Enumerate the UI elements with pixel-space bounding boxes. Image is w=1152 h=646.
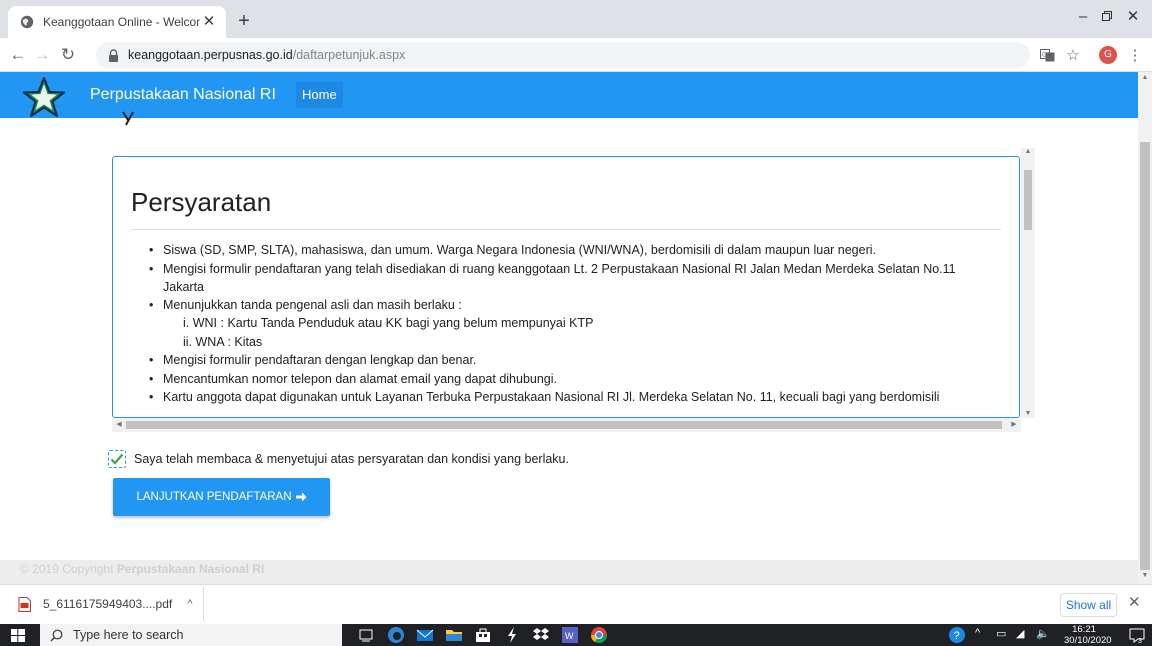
lock-icon <box>109 48 118 62</box>
page-vertical-scrollbar[interactable]: ▲ ▼ <box>1138 72 1152 584</box>
scroll-up-arrow-icon[interactable]: ▲ <box>1138 74 1152 81</box>
footer-copyright: © 2019 Copyright Perpustakaan Nasional R… <box>20 562 265 576</box>
scroll-down-arrow-icon[interactable]: ▼ <box>1021 410 1035 417</box>
footer: © 2019 Copyright Perpustakaan Nasional R… <box>0 560 1138 584</box>
menu-dots-icon[interactable]: ⋮ <box>1124 44 1146 66</box>
windows-start-icon[interactable] <box>11 629 25 642</box>
url-domain: keanggotaan.perpusnas.go.id <box>128 48 293 62</box>
search-icon <box>50 629 63 641</box>
tab-title: Keanggotaan Online - Welcome <box>43 15 200 29</box>
continue-registration-button[interactable]: LANJUTKAN PENDAFTARAN <box>113 478 330 516</box>
address-bar[interactable]: keanggotaan.perpusnas.go.id/daftarpetunj… <box>96 42 1030 68</box>
clipped-heading-fragment <box>122 111 134 126</box>
download-item[interactable]: 5_6116175949403....pdf ^ <box>8 587 204 621</box>
page-viewport: Perpustakaan Nasional RI Home Persyarata… <box>0 72 1152 584</box>
pdf-file-icon <box>18 596 31 612</box>
show-all-downloads-button[interactable]: Show all <box>1060 593 1117 617</box>
download-file-name: 5_6116175949403....pdf <box>43 597 173 611</box>
edge-browser-icon[interactable] <box>387 626 405 644</box>
svg-text:W: W <box>565 631 574 641</box>
task-view-icon[interactable] <box>357 626 375 644</box>
translate-icon[interactable]: G <box>1036 44 1058 66</box>
divider <box>131 229 1001 230</box>
list-item: Mencantumkan nomor telepon dan alamat em… <box>149 370 993 388</box>
taskbar-search-box[interactable]: Type here to search <box>40 624 342 646</box>
scrollbar-thumb[interactable] <box>1024 170 1032 230</box>
svg-text:?: ? <box>954 630 960 642</box>
continue-button-label: LANJUTKAN PENDAFTARAN <box>136 491 292 503</box>
bookmark-star-icon[interactable]: ☆ <box>1062 44 1084 66</box>
back-arrow-icon[interactable]: ← <box>6 42 30 68</box>
reload-icon[interactable]: ↻ <box>56 42 80 68</box>
terms-list: Siswa (SD, SMP, SLTA), mahasiswa, dan um… <box>149 241 993 407</box>
store-icon[interactable] <box>474 626 492 644</box>
clock-date: 30/10/2020 <box>1064 635 1112 646</box>
list-item: Mengisi formulir pendaftaran dengan leng… <box>149 351 993 369</box>
notifications-icon[interactable]: 3 <box>1128 626 1146 644</box>
url-path: /daftarpetunjuk.aspx <box>292 48 406 62</box>
svg-text:3: 3 <box>1138 638 1142 644</box>
window-close-icon[interactable]: ✕ <box>1110 0 1152 32</box>
chrome-icon[interactable] <box>590 626 608 644</box>
tab-close-icon[interactable]: ✕ <box>200 13 218 31</box>
scroll-left-arrow-icon[interactable]: ◀ <box>112 420 126 428</box>
globe-icon <box>20 15 34 29</box>
scroll-up-arrow-icon[interactable]: ▲ <box>1021 148 1035 155</box>
scrollbar-thumb[interactable] <box>126 421 1002 429</box>
terms-title: Persyaratan <box>131 187 272 217</box>
network-icon[interactable]: ◢ <box>1016 627 1024 640</box>
battery-icon[interactable]: ▭ <box>996 627 1006 640</box>
list-item: Siswa (SD, SMP, SLTA), mahasiswa, dan um… <box>149 241 993 259</box>
site-brand[interactable]: Perpustakaan Nasional RI <box>90 86 276 104</box>
sub-list-item: ii. WNA : Kitas <box>183 334 263 349</box>
chevron-up-icon[interactable]: ^ <box>177 598 203 610</box>
profile-avatar[interactable]: G <box>1099 46 1117 64</box>
tray-expand-icon[interactable]: ^ <box>975 627 980 639</box>
arrow-right-icon <box>295 492 307 502</box>
taskbar-clock[interactable]: 16:21 30/10/2020 <box>1064 624 1112 646</box>
scrollbar-thumb[interactable] <box>1140 142 1150 570</box>
mail-icon[interactable] <box>416 626 434 644</box>
dropbox-icon[interactable] <box>532 626 550 644</box>
agreement-checkbox[interactable] <box>108 450 126 468</box>
browser-tab-strip: Keanggotaan Online - Welcome ✕ + – ✕ <box>0 0 1152 38</box>
file-explorer-icon[interactable] <box>445 626 463 644</box>
checkmark-icon <box>110 453 124 465</box>
scroll-down-arrow-icon[interactable]: ▼ <box>1138 572 1152 579</box>
word-app-icon[interactable]: W <box>561 626 579 644</box>
browser-tab[interactable]: Keanggotaan Online - Welcome ✕ <box>8 6 226 38</box>
id-sub-list: i. WNI : Kartu Tanda Penduduk atau KK ba… <box>163 314 993 351</box>
svg-text:G: G <box>1042 52 1047 58</box>
browser-toolbar: ← → ↻ keanggotaan.perpusnas.go.id/daftar… <box>0 38 1152 72</box>
scroll-right-arrow-icon[interactable]: ▶ <box>1007 420 1021 428</box>
list-item: Menunjukkan tanda pengenal asli dan masi… <box>149 296 993 351</box>
close-shelf-icon[interactable]: ✕ <box>1128 593 1141 611</box>
list-item: Mengisi formulir pendaftaran yang telah … <box>149 260 993 296</box>
download-shelf: 5_6116175949403....pdf ^ Show all ✕ <box>0 584 1152 624</box>
forward-arrow-icon[interactable]: → <box>30 42 54 68</box>
star-logo-icon[interactable] <box>20 75 68 119</box>
help-icon[interactable]: ? <box>948 626 966 644</box>
windows-taskbar: Type here to search W ? ^ ▭ ◢ 🔈 16:21 30… <box>0 624 1152 646</box>
terms-horizontal-scrollbar[interactable]: ◀ ▶ <box>112 418 1021 432</box>
agreement-row: Saya telah membaca & menyetujui atas per… <box>108 450 569 468</box>
list-item: Kartu anggota dapat digunakan untuk Laya… <box>149 388 993 406</box>
clock-time: 16:21 <box>1072 624 1096 635</box>
new-tab-button[interactable]: + <box>232 9 256 33</box>
lightning-app-icon[interactable] <box>503 626 521 644</box>
list-item-text: Menunjukkan tanda pengenal asli dan masi… <box>163 298 462 312</box>
terms-vertical-scrollbar[interactable]: ▲ ▼ <box>1021 148 1035 418</box>
agreement-label[interactable]: Saya telah membaca & menyetujui atas per… <box>134 452 569 466</box>
search-placeholder: Type here to search <box>73 628 184 642</box>
sub-list-item: i. WNI : Kartu Tanda Penduduk atau KK ba… <box>183 316 594 330</box>
nav-home-link[interactable]: Home <box>296 82 343 108</box>
terms-panel[interactable]: Persyaratan Siswa (SD, SMP, SLTA), mahas… <box>112 156 1020 418</box>
volume-icon[interactable]: 🔈 <box>1036 627 1050 640</box>
